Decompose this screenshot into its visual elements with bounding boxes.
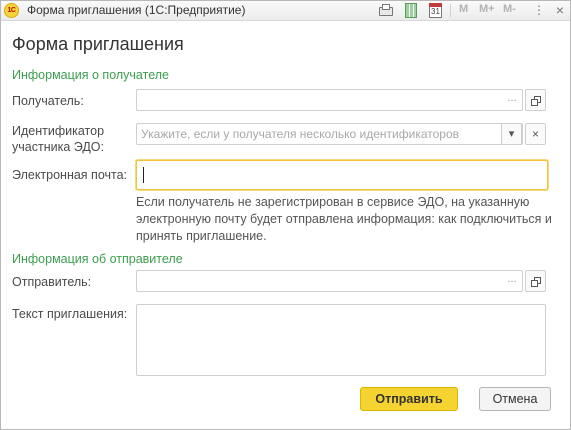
- edo-id-label: Идентификатор участника ЭДО:: [12, 123, 104, 155]
- recipient-group-header: Информация о получателе: [12, 68, 169, 82]
- email-field[interactable]: [136, 160, 548, 190]
- memory-m-button[interactable]: M: [459, 3, 468, 15]
- title-bar: 1С Форма приглашения (1С:Предприятие) 31…: [1, 1, 570, 21]
- calendar-icon[interactable]: 31: [429, 3, 442, 18]
- close-icon[interactable]: ×: [552, 2, 568, 18]
- edo-id-placeholder: Укажите, если у получателя несколько иде…: [141, 127, 459, 141]
- sender-group-header: Информация об отправителе: [12, 252, 183, 266]
- edo-id-label-line2: участника ЭДО:: [12, 140, 104, 154]
- open-sender-button[interactable]: [525, 270, 546, 292]
- select-icon[interactable]: ...: [504, 92, 520, 108]
- recipient-label: Получатель:: [12, 94, 84, 108]
- send-button[interactable]: Отправить: [360, 387, 458, 411]
- cancel-button[interactable]: Отмена: [479, 387, 551, 411]
- open-icon: [531, 96, 541, 106]
- select-icon[interactable]: ...: [504, 273, 520, 289]
- invitation-text-area[interactable]: [136, 304, 546, 376]
- open-recipient-button[interactable]: [525, 89, 546, 111]
- edo-id-label-line1: Идентификатор: [12, 124, 105, 138]
- more-icon[interactable]: ⋮: [531, 2, 547, 18]
- sender-input[interactable]: ...: [136, 270, 523, 292]
- text-caret: [143, 167, 144, 183]
- calculator-icon[interactable]: [405, 3, 417, 18]
- toolbar-separator: [450, 4, 451, 17]
- dropdown-icon[interactable]: ▾: [501, 123, 522, 145]
- invitation-text-label: Текст приглашения:: [12, 307, 128, 321]
- open-icon: [531, 277, 541, 287]
- memory-minus-button[interactable]: M-: [503, 3, 516, 15]
- sender-label: Отправитель:: [12, 275, 92, 289]
- print-icon[interactable]: [377, 3, 393, 18]
- app-logo-icon: 1С: [4, 3, 19, 18]
- clear-icon[interactable]: ×: [525, 123, 546, 145]
- recipient-input[interactable]: ...: [136, 89, 523, 111]
- page-title: Форма приглашения: [12, 34, 184, 54]
- memory-plus-button[interactable]: M+: [479, 3, 495, 15]
- email-label: Электронная почта:: [12, 168, 128, 182]
- invitation-window: 1С Форма приглашения (1С:Предприятие) 31…: [0, 0, 571, 430]
- window-title: Форма приглашения (1С:Предприятие): [27, 3, 246, 17]
- email-hint-text: Если получатель не зарегистрирован в сер…: [136, 195, 552, 243]
- edo-id-input[interactable]: Укажите, если у получателя несколько иде…: [136, 123, 523, 145]
